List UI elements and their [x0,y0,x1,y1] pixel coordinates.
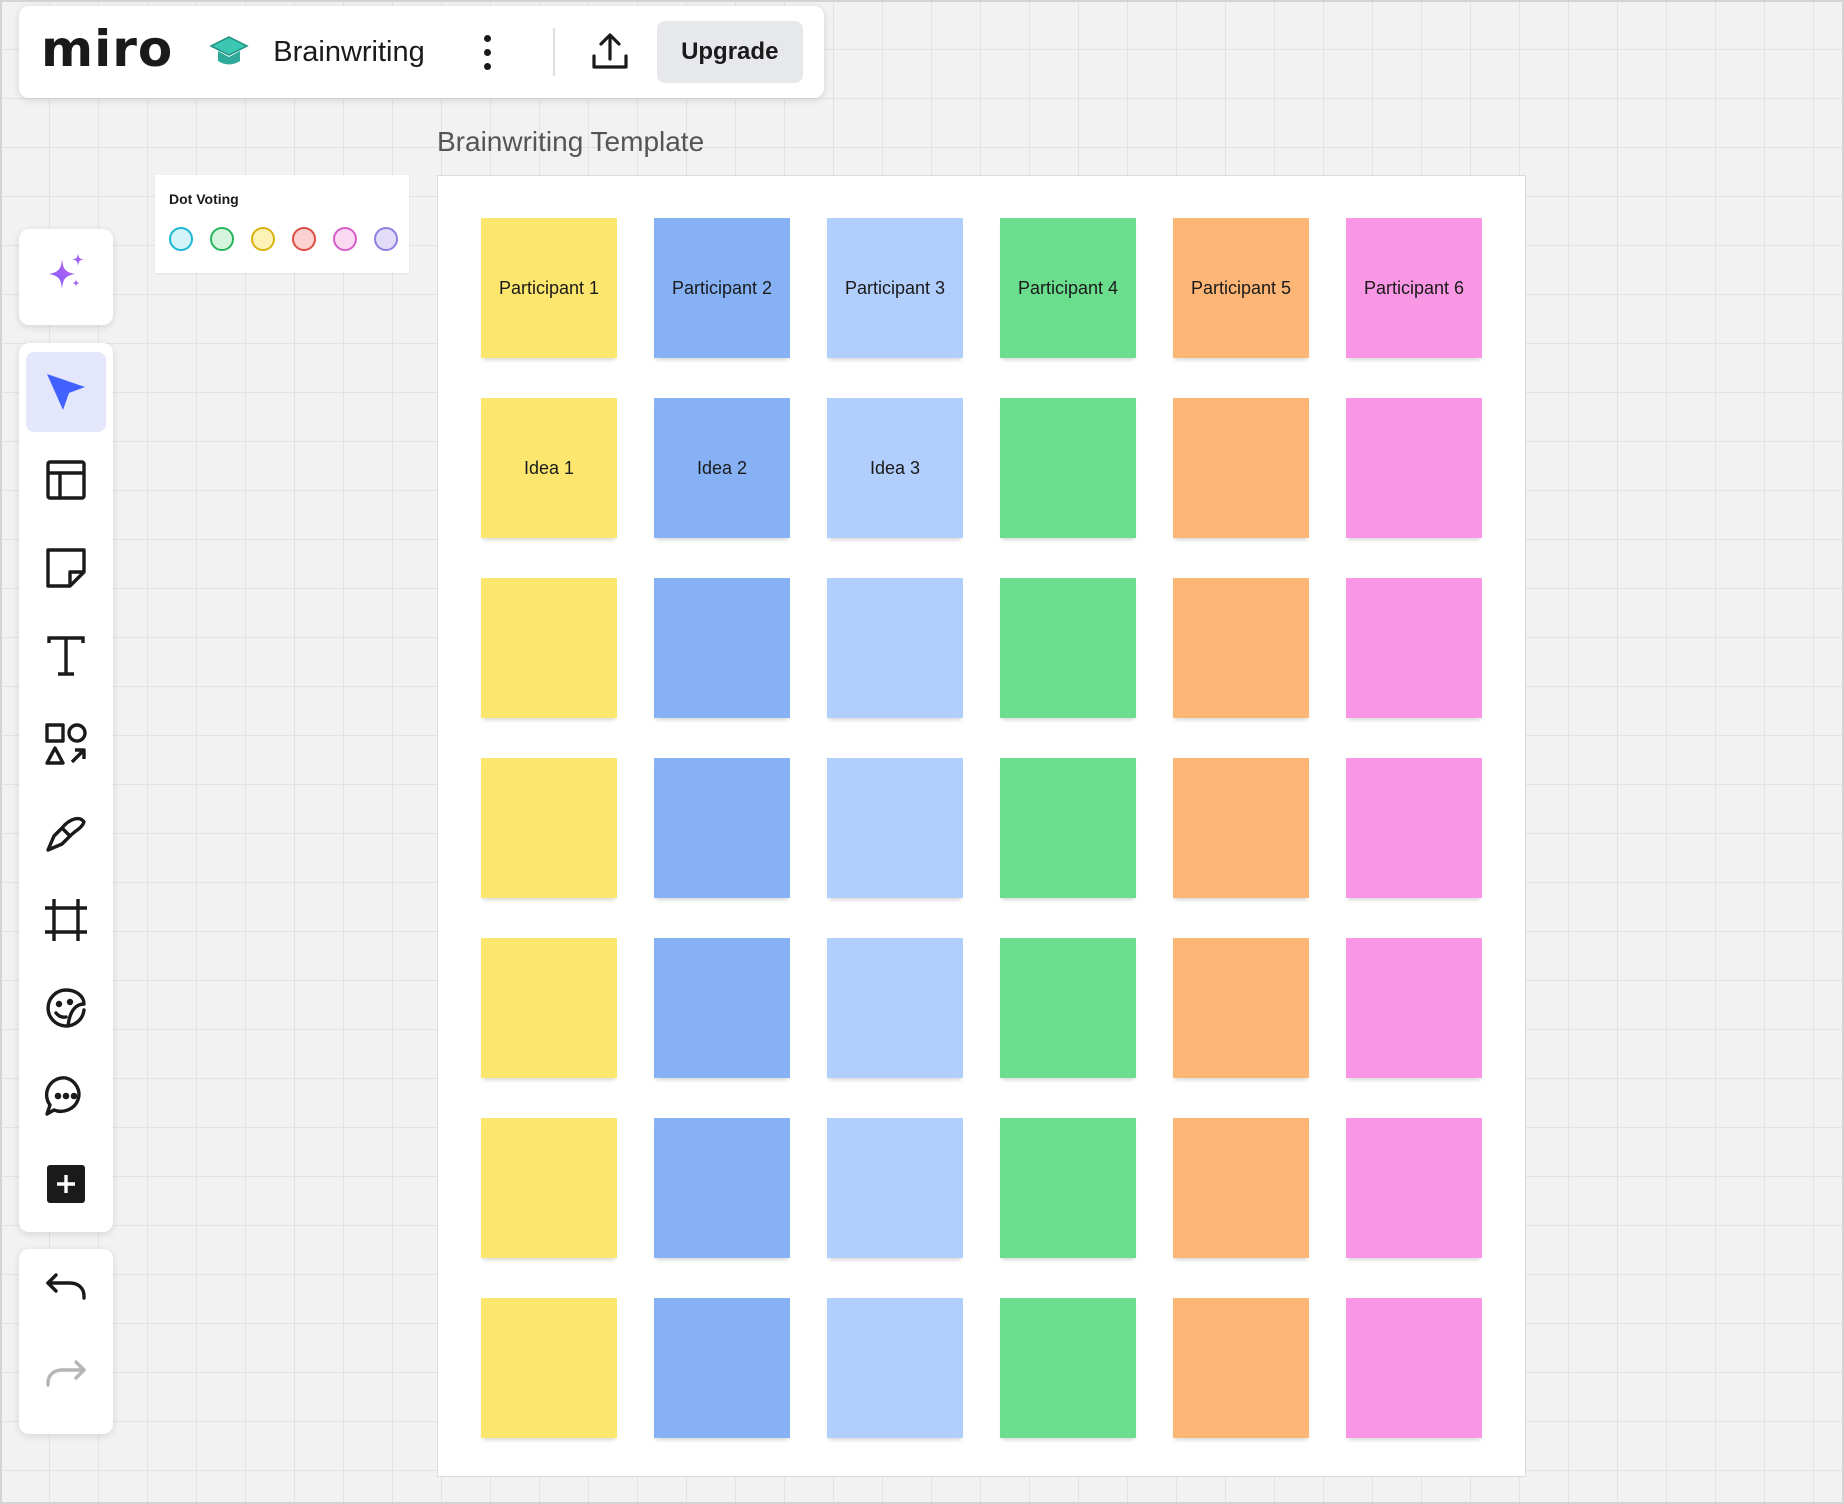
sticky-note[interactable] [481,938,617,1078]
sticky-grid: Participant 1 Participant 2 Participant 3 P… [481,218,1482,1438]
dot-voting-title: Dot Voting [169,191,239,207]
sticky-note[interactable] [1000,1298,1136,1438]
sticky-note[interactable]: Participant 2 [654,218,790,358]
miro-logo[interactable]: miro [41,24,173,74]
sticky-note[interactable] [1346,1118,1482,1258]
sticky-note[interactable] [827,578,963,718]
sticky-note[interactable] [1346,398,1482,538]
sticky-note[interactable] [481,578,617,718]
sticky-note[interactable] [1000,938,1136,1078]
sticky-note[interactable] [1000,578,1136,718]
toolbar-divider [552,28,555,76]
frame-tool[interactable] [26,880,106,960]
text-icon [47,636,85,676]
pen-icon [46,816,86,852]
sticky-note[interactable] [1173,578,1309,718]
sticky-note[interactable]: Participant 5 [1173,218,1309,358]
cursor-arrow-icon [47,374,85,410]
sticky-note[interactable] [1173,758,1309,898]
select-tool[interactable] [26,352,106,432]
comment-icon [44,1076,81,1116]
templates-tool[interactable] [26,440,106,520]
sticky-note[interactable]: Participant 4 [1000,218,1136,358]
sticky-note[interactable]: Participant 1 [481,218,617,358]
dot-icon [484,62,492,70]
redo-icon [46,1360,86,1387]
sticky-note[interactable] [481,1118,617,1258]
sticky-note[interactable] [481,1298,617,1438]
sticky-note[interactable] [827,758,963,898]
voting-dot[interactable] [292,227,316,251]
sticky-note[interactable] [827,1118,963,1258]
more-apps-tool[interactable] [26,1144,106,1224]
voting-dots [169,227,398,251]
ai-assist-button[interactable] [26,233,106,313]
sticky-note[interactable] [1173,398,1309,538]
sticky-note[interactable]: Participant 3 [827,218,963,358]
sticky-note[interactable] [1173,1298,1309,1438]
sticky-note[interactable] [1346,578,1482,718]
graduation-cap-icon [209,32,249,72]
sticky-note[interactable]: Idea 2 [654,398,790,538]
template-title[interactable]: Brainwriting Template [437,126,704,158]
sticky-note[interactable] [481,758,617,898]
layout-icon [46,460,86,500]
dot-icon [484,48,492,56]
sticky-note[interactable] [1346,1298,1482,1438]
more-options-button[interactable] [473,27,503,77]
plus-square-icon [47,1165,85,1203]
stickers-tool[interactable] [26,968,106,1048]
redo-button[interactable] [26,1329,106,1409]
sticky-note[interactable] [1346,758,1482,898]
main-toolbar [19,343,113,1232]
frame-icon [45,899,87,941]
voting-dot[interactable] [169,227,193,251]
dot-icon [484,34,492,42]
sticky-note-icon [46,548,86,588]
shapes-icon [45,723,87,765]
sparkle-icon [49,253,84,289]
brainwriting-frame[interactable]: Participant 1 Participant 2 Participant 3 P… [437,175,1526,1477]
sticky-note[interactable] [1346,938,1482,1078]
sticky-note[interactable] [827,1298,963,1438]
export-button[interactable] [585,27,635,77]
dot-voting-widget[interactable]: Dot Voting [155,175,409,273]
sticky-note[interactable]: Idea 3 [827,398,963,538]
voting-dot[interactable] [251,227,275,251]
upgrade-button[interactable]: Upgrade [656,21,803,83]
undo-redo-toolbar [19,1249,113,1434]
sticky-note[interactable] [654,758,790,898]
voting-dot[interactable] [333,227,357,251]
sticker-icon [46,988,86,1028]
upload-icon [592,33,628,69]
comment-tool[interactable] [26,1056,106,1136]
sticky-note[interactable] [827,938,963,1078]
sticky-note[interactable] [1000,758,1136,898]
sticky-note[interactable] [1173,938,1309,1078]
pen-tool[interactable] [26,792,106,872]
sticky-note[interactable] [1000,398,1136,538]
voting-dot[interactable] [210,227,234,251]
voting-dot[interactable] [374,227,398,251]
ai-toolbar [19,229,113,325]
sticky-note[interactable] [1000,1118,1136,1258]
shapes-tool[interactable] [26,704,106,784]
sticky-note[interactable]: Participant 6 [1346,218,1482,358]
sticky-note[interactable] [654,1118,790,1258]
sticky-note[interactable] [654,578,790,718]
text-tool[interactable] [26,616,106,696]
top-bar: miro Brainwriting Upgrade [19,6,824,98]
sticky-note[interactable] [654,938,790,1078]
sticky-note-tool[interactable] [26,528,106,608]
board-title[interactable]: Brainwriting [273,36,425,69]
sticky-note[interactable]: Idea 1 [481,398,617,538]
undo-icon [46,1273,86,1300]
sticky-note[interactable] [654,1298,790,1438]
sticky-note[interactable] [1173,1118,1309,1258]
undo-button[interactable] [26,1249,106,1329]
